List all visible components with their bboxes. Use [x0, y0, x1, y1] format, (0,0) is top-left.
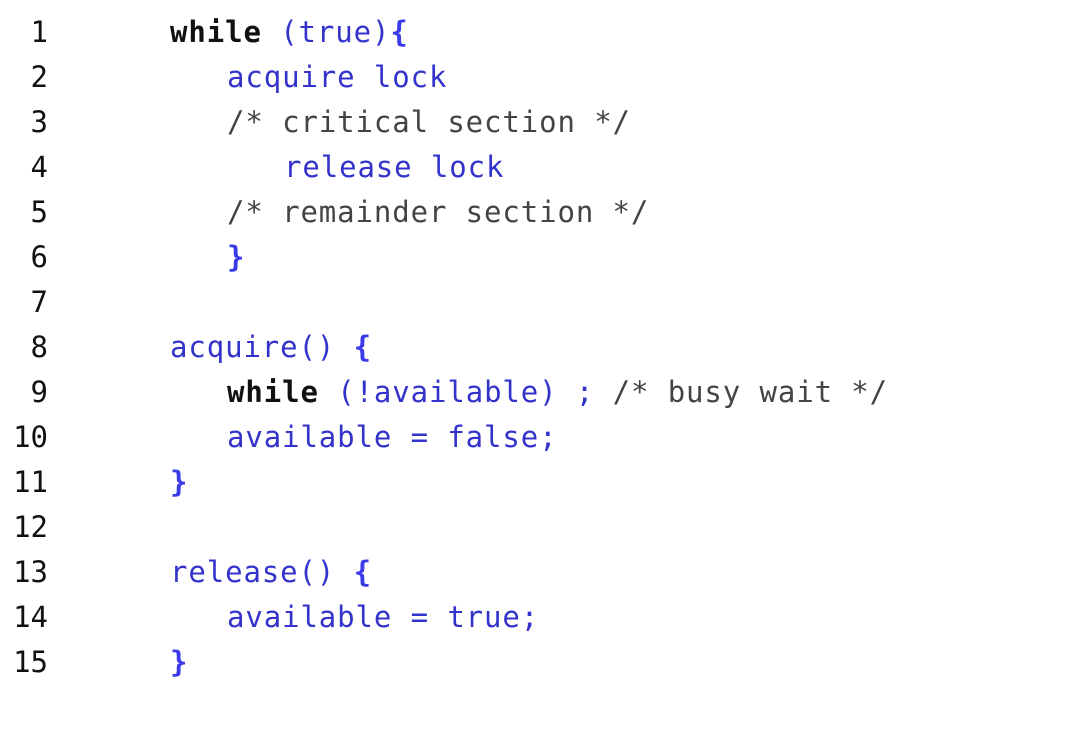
code-token-brace: { — [353, 555, 372, 589]
line-content: available = false; — [170, 415, 1077, 460]
line-number: 10 — [13, 420, 48, 454]
code-token-brace: { — [353, 330, 372, 364]
line-number: 13 — [13, 555, 48, 589]
line-content: /* critical section */ — [170, 100, 1077, 145]
code-token-brace: } — [227, 240, 246, 274]
code-line: 1 while (true){ — [0, 10, 1077, 55]
line-number: 4 — [30, 150, 48, 184]
code-token-brace: } — [170, 465, 189, 499]
line-number: 11 — [13, 465, 48, 499]
code-token-code: (true) — [280, 15, 391, 49]
line-number: 9 — [30, 375, 48, 409]
code-token-comment: /* critical section */ — [227, 105, 631, 139]
code-token-code: acquire() — [170, 330, 354, 364]
line-content: } — [170, 460, 1077, 505]
code-line: 10 available = false; — [0, 415, 1077, 460]
code-token-code: available = false; — [227, 420, 558, 454]
code-line: 8 acquire() { — [0, 325, 1077, 370]
code-token-code: available = true; — [227, 600, 540, 634]
line-number: 3 — [30, 105, 48, 139]
line-number: 1 — [30, 15, 48, 49]
line-content: release() { — [170, 550, 1077, 595]
code-line: 13 release() { — [0, 550, 1077, 595]
line-number: 6 — [30, 240, 48, 274]
line-number: 15 — [13, 645, 48, 679]
code-token-code: (!available) ; — [337, 375, 595, 409]
line-number: 5 — [30, 195, 48, 229]
code-line: 12 — [0, 505, 1077, 550]
code-line: 4 release lock — [0, 145, 1077, 190]
line-content: acquire() { — [170, 325, 1077, 370]
line-content: while (true){ — [170, 10, 1077, 55]
code-line: 5 /* remainder section */ — [0, 190, 1077, 235]
line-content: } — [170, 640, 1077, 685]
line-number: 8 — [30, 330, 48, 364]
line-content: } — [170, 235, 1077, 280]
code-line: 2 acquire lock — [0, 55, 1077, 100]
line-number: 12 — [13, 510, 48, 544]
code-line: 9 while (!available) ; /* busy wait */ — [0, 370, 1077, 415]
line-content: acquire lock — [170, 55, 1077, 100]
line-number: 7 — [30, 285, 48, 319]
line-content: while (!available) ; /* busy wait */ — [170, 370, 1077, 415]
code-line: 11} — [0, 460, 1077, 505]
line-number: 14 — [13, 600, 48, 634]
line-content: release lock — [170, 145, 1077, 190]
line-content: available = true; — [170, 595, 1077, 640]
code-token-brace: } — [170, 645, 189, 679]
code-token-comment: /* busy wait */ — [612, 375, 889, 409]
code-token-keyword: while — [170, 15, 262, 49]
code-token-keyword: while — [227, 375, 319, 409]
code-token-code: acquire lock — [227, 60, 448, 94]
code-token-comment: /* remainder section */ — [227, 195, 650, 229]
line-number: 2 — [30, 60, 48, 94]
code-line: 6} — [0, 235, 1077, 280]
code-token-code: release lock — [284, 150, 505, 184]
code-token-brace: { — [390, 15, 409, 49]
line-content: /* remainder section */ — [170, 190, 1077, 235]
code-line: 7 — [0, 280, 1077, 325]
code-line: 14 available = true; — [0, 595, 1077, 640]
code-token-code: release() — [170, 555, 354, 589]
code-listing: 1 while (true){2 acquire lock 3/* critical … — [0, 0, 1077, 730]
code-line: 15} — [0, 640, 1077, 685]
code-line: 3 /* critical section */ — [0, 100, 1077, 145]
